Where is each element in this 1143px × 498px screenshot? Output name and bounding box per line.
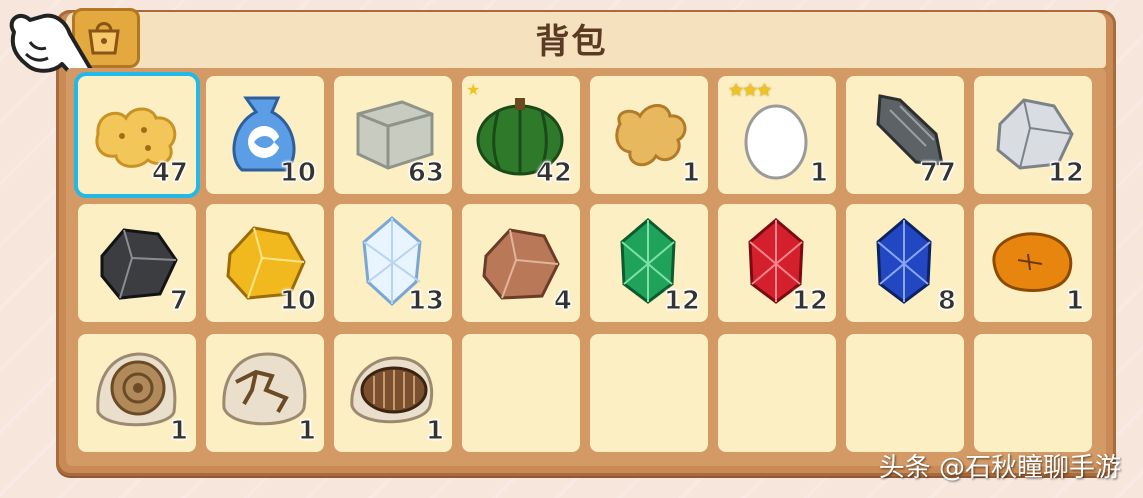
- page-title: 背包: [535, 22, 608, 62]
- inventory-slot-black-ore[interactable]: 7: [78, 204, 196, 322]
- item-count: 1: [809, 158, 828, 189]
- inventory-slot-trilobite-fossil[interactable]: 1: [334, 334, 452, 452]
- watermark-text: 头条 @石秋瞳聊手游: [878, 453, 1121, 483]
- item-count: 12: [1047, 158, 1084, 189]
- inventory-slot-fish-feed-bag[interactable]: 10: [206, 76, 324, 194]
- item-count: 8: [937, 286, 956, 317]
- item-count: 42: [535, 158, 572, 189]
- inventory-slot-pumpkin[interactable]: ★ 42: [462, 76, 580, 194]
- inventory-slot-emerald[interactable]: 12: [590, 204, 708, 322]
- inventory-slot-empty[interactable]: [462, 334, 580, 452]
- inventory-slot-dark-ore-chunk[interactable]: 77: [846, 76, 964, 194]
- inventory-slot-ginger[interactable]: 1: [590, 76, 708, 194]
- item-count: 77: [919, 158, 956, 189]
- inventory-slot-diamond[interactable]: 13: [334, 204, 452, 322]
- inventory-slot-ammonite-fossil[interactable]: 1: [78, 334, 196, 452]
- inventory-slot-sapphire[interactable]: 8: [846, 204, 964, 322]
- item-count: 12: [663, 286, 700, 317]
- inventory-slot-empty[interactable]: [974, 334, 1092, 452]
- item-count: 13: [407, 286, 444, 317]
- inventory-slot-silver-ore[interactable]: 12: [974, 76, 1092, 194]
- item-count: 12: [791, 286, 828, 317]
- item-count: 1: [297, 416, 316, 447]
- item-count: 10: [279, 158, 316, 189]
- inventory-slot-dinosaur-fossil[interactable]: 1: [206, 334, 324, 452]
- inventory-slot-stone-block[interactable]: 63: [334, 76, 452, 194]
- inventory-slot-empty[interactable]: [846, 334, 964, 452]
- item-count: 1: [1065, 286, 1084, 317]
- inventory-slot-empty[interactable]: [590, 334, 708, 452]
- item-count: 1: [681, 158, 700, 189]
- inventory-slot-amber[interactable]: 1: [974, 204, 1092, 322]
- item-count: 4: [553, 286, 572, 317]
- item-count: 1: [425, 416, 444, 447]
- inventory-slot-empty[interactable]: [718, 334, 836, 452]
- item-count: 1: [169, 416, 188, 447]
- inventory-slot-ruby[interactable]: 12: [718, 204, 836, 322]
- item-count: 10: [279, 286, 316, 317]
- inventory-slot-copper-ore[interactable]: 4: [462, 204, 580, 322]
- inventory-grid: 47 10 63 ★ 42 1 ★★★ 1 77 12 7 10 13 4 12…: [66, 68, 1106, 466]
- item-count: 7: [169, 286, 188, 317]
- item-count: 47: [151, 158, 188, 189]
- inventory-slot-gold-ore[interactable]: 10: [206, 204, 324, 322]
- item-count: 63: [407, 158, 444, 189]
- inventory-slot-egg[interactable]: ★★★ 1: [718, 76, 836, 194]
- inventory-slot-cookie[interactable]: 47: [78, 76, 196, 194]
